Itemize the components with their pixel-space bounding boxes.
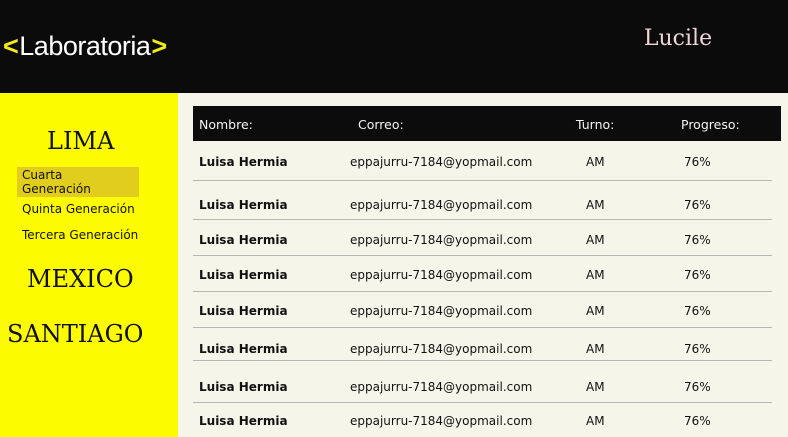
table-row[interactable]: Luisa Hermia eppajurru-7184@yopmail.com …	[193, 414, 772, 437]
student-email: eppajurru-7184@yopmail.com	[350, 198, 533, 212]
student-turn: AM	[586, 414, 605, 428]
sidebar: LIMA Cuarta Generación Quinta Generación…	[0, 93, 178, 437]
column-header-turn: Turno:	[576, 117, 615, 132]
table-row[interactable]: Luisa Hermia eppajurru-7184@yopmail.com …	[193, 198, 772, 220]
student-progress: 76%	[684, 304, 711, 318]
table-row[interactable]: Luisa Hermia eppajurru-7184@yopmail.com …	[193, 342, 772, 361]
student-progress: 76%	[684, 380, 711, 394]
laboratoria-logo[interactable]: < Laboratoria >	[3, 28, 167, 64]
top-header: < Laboratoria > Lucile	[0, 0, 788, 93]
table-row[interactable]: Luisa Hermia eppajurru-7184@yopmail.com …	[193, 380, 772, 403]
column-header-name: Nombre:	[199, 117, 253, 132]
column-header-progress: Progreso:	[681, 117, 740, 132]
student-progress: 76%	[684, 198, 711, 212]
student-email: eppajurru-7184@yopmail.com	[350, 233, 533, 247]
student-progress: 76%	[684, 155, 711, 169]
students-table: Nombre: Correo: Turno: Progreso: Luisa H…	[193, 106, 781, 428]
student-name: Luisa Hermia	[199, 268, 288, 282]
student-email: eppajurru-7184@yopmail.com	[350, 414, 533, 428]
student-turn: AM	[586, 342, 605, 356]
generation-item-tercera[interactable]: Tercera Generación	[17, 220, 143, 250]
student-turn: AM	[586, 155, 605, 169]
logo-text: Laboratoria	[19, 30, 151, 61]
student-turn: AM	[586, 233, 605, 247]
student-name: Luisa Hermia	[199, 198, 288, 212]
table-row[interactable]: Luisa Hermia eppajurru-7184@yopmail.com …	[193, 233, 772, 256]
student-progress: 76%	[684, 342, 711, 356]
student-turn: AM	[586, 268, 605, 282]
logo-left-bracket: <	[3, 30, 19, 61]
student-turn: AM	[586, 304, 605, 318]
sidebar-city-lima[interactable]: LIMA	[47, 127, 114, 155]
table-row[interactable]: Luisa Hermia eppajurru-7184@yopmail.com …	[193, 155, 772, 181]
table-row[interactable]: Luisa Hermia eppajurru-7184@yopmail.com …	[193, 304, 772, 328]
student-name: Luisa Hermia	[199, 414, 288, 428]
student-name: Luisa Hermia	[199, 304, 288, 318]
sidebar-city-mexico[interactable]: MEXICO	[27, 265, 134, 293]
student-name: Luisa Hermia	[199, 342, 288, 356]
student-progress: 76%	[684, 233, 711, 247]
student-progress: 76%	[684, 414, 711, 428]
student-name: Luisa Hermia	[199, 155, 288, 169]
user-name[interactable]: Lucile	[628, 26, 728, 51]
student-turn: AM	[586, 198, 605, 212]
column-header-email: Correo:	[358, 117, 404, 132]
student-email: eppajurru-7184@yopmail.com	[350, 155, 533, 169]
student-email: eppajurru-7184@yopmail.com	[350, 304, 533, 318]
logo-right-bracket: >	[151, 30, 167, 61]
student-email: eppajurru-7184@yopmail.com	[350, 268, 533, 282]
student-progress: 76%	[684, 268, 711, 282]
table-header: Nombre: Correo: Turno: Progreso:	[193, 106, 781, 141]
student-email: eppajurru-7184@yopmail.com	[350, 380, 533, 394]
student-turn: AM	[586, 380, 605, 394]
student-name: Luisa Hermia	[199, 380, 288, 394]
student-name: Luisa Hermia	[199, 233, 288, 247]
table-row[interactable]: Luisa Hermia eppajurru-7184@yopmail.com …	[193, 268, 772, 292]
sidebar-city-santiago[interactable]: SANTIAGO	[7, 320, 143, 348]
generation-item-cuarta[interactable]: Cuarta Generación	[17, 167, 139, 197]
student-email: eppajurru-7184@yopmail.com	[350, 342, 533, 356]
